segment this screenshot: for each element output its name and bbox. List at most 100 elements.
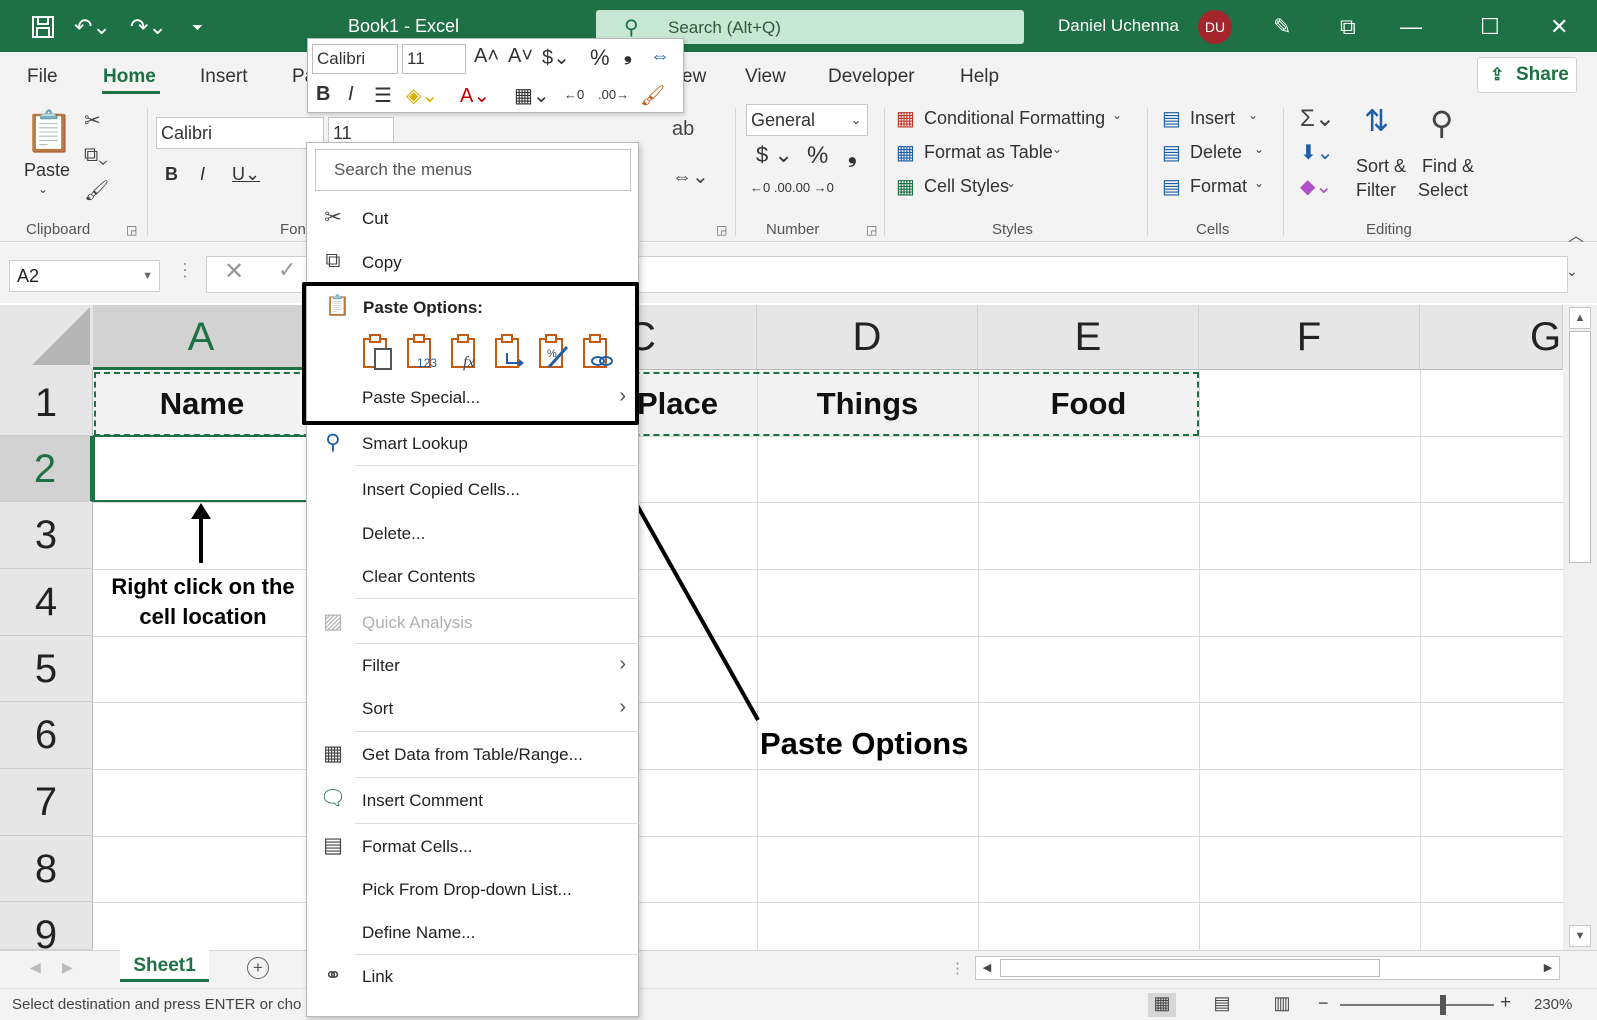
zoom-out-icon[interactable]: − — [1318, 993, 1329, 1014]
expand-formula-bar-icon[interactable]: ⌄ — [1566, 263, 1578, 280]
drag-handle-icon[interactable]: ⋮ — [950, 959, 965, 977]
page-break-preview-icon[interactable]: ▥ — [1268, 993, 1296, 1017]
zoom-slider-thumb[interactable] — [1440, 995, 1446, 1015]
maximize-icon[interactable]: ☐ — [1480, 14, 1500, 40]
comma-style-icon[interactable]: ❟ — [848, 142, 857, 168]
increase-decimal-icon[interactable]: ←0 .00 — [750, 180, 792, 195]
zoom-slider[interactable] — [1340, 1004, 1494, 1006]
menu-item-clear-contents[interactable]: Clear Contents — [307, 557, 640, 597]
menu-item-insert-comment[interactable]: 🗨 Insert Comment — [307, 781, 640, 821]
vertical-scrollbar[interactable]: ▲ ▼ — [1563, 305, 1597, 950]
vertical-scroll-thumb[interactable] — [1569, 331, 1591, 563]
next-sheet-icon[interactable]: ▶ — [62, 959, 73, 976]
undo-icon[interactable]: ↶⌄ — [74, 14, 111, 40]
avatar[interactable]: DU — [1198, 10, 1232, 44]
insert-cells-button[interactable]: Insert — [1190, 108, 1235, 129]
scroll-left-icon[interactable]: ◀ — [976, 957, 998, 979]
sort-filter-line1[interactable]: Sort & — [1356, 156, 1406, 177]
drag-handle-icon[interactable]: ⋮ — [176, 260, 194, 281]
tab-developer[interactable]: Developer — [828, 66, 915, 88]
column-header-g[interactable]: G — [1420, 305, 1563, 370]
pen-icon[interactable]: ✎ — [1273, 14, 1291, 40]
decrease-decimal-icon[interactable]: .00→ — [598, 87, 629, 102]
share-button[interactable]: ⇪ Share — [1477, 57, 1577, 93]
clipboard-launcher-icon[interactable]: ◲ — [126, 223, 137, 237]
row-header-1[interactable]: 1 — [0, 370, 93, 436]
menu-item-pick-from-list[interactable]: Pick From Drop-down List... — [307, 870, 640, 910]
redo-icon[interactable]: ↷⌄ — [130, 14, 167, 40]
normal-view-icon[interactable]: ▦ — [1148, 993, 1176, 1017]
save-icon[interactable] — [30, 14, 56, 40]
fill-color-icon[interactable]: ◈⌄ — [406, 83, 438, 108]
paste-label[interactable]: Paste — [24, 160, 70, 181]
format-cells-button[interactable]: Format — [1190, 176, 1247, 197]
alignment-launcher-icon[interactable]: ◲ — [716, 223, 727, 237]
currency-icon[interactable]: $ ⌄ — [756, 142, 793, 168]
horizontal-scroll-thumb[interactable] — [1000, 959, 1380, 977]
menu-search-input[interactable]: Search the menus — [315, 149, 631, 191]
comma-style-icon[interactable]: ❟ — [624, 43, 632, 66]
row-header-6[interactable]: 6 — [0, 702, 93, 769]
column-header-a[interactable]: A — [93, 305, 310, 370]
font-name-box[interactable]: Calibri — [156, 117, 324, 149]
add-sheet-icon[interactable]: + — [247, 957, 269, 979]
select-all-button[interactable] — [0, 305, 93, 370]
chevron-down-icon[interactable]: ⌄ — [1254, 142, 1264, 156]
row-header-5[interactable]: 5 — [0, 636, 93, 702]
grow-font-icon[interactable]: A˄ — [474, 45, 499, 68]
sort-filter-line2[interactable]: Filter — [1356, 180, 1396, 201]
row-header-3[interactable]: 3 — [0, 502, 93, 569]
number-launcher-icon[interactable]: ◲ — [866, 223, 877, 237]
paste-dropdown-icon[interactable]: ⌄ — [38, 182, 48, 196]
format-as-table-button[interactable]: Format as Table — [924, 142, 1053, 163]
merge-center-icon[interactable]: ⇔⌄ — [672, 164, 709, 189]
wrap-text-icon[interactable]: ab — [672, 118, 694, 141]
underline-icon[interactable]: U⌄ — [232, 164, 260, 185]
find-select-line2[interactable]: Select — [1418, 180, 1468, 201]
chevron-down-icon[interactable]: ⌄ — [1254, 176, 1264, 190]
close-icon[interactable]: ✕ — [1550, 14, 1568, 40]
tab-review[interactable]: ew — [682, 66, 706, 88]
conditional-formatting-button[interactable]: Conditional Formatting — [924, 108, 1105, 129]
bold-icon[interactable]: B — [316, 83, 330, 106]
borders-icon[interactable]: ▦⌄ — [514, 83, 550, 108]
tab-file[interactable]: File — [27, 66, 58, 88]
mini-font-name[interactable]: Calibri — [312, 44, 398, 74]
font-color-icon[interactable]: A⌄ — [460, 83, 490, 108]
copy-icon[interactable]: ⧉⌄ — [84, 144, 108, 167]
currency-icon[interactable]: $⌄ — [542, 45, 570, 70]
tab-help[interactable]: Help — [960, 66, 999, 88]
menu-item-smart-lookup[interactable]: ⚲ Smart Lookup — [307, 424, 640, 464]
chevron-down-icon[interactable]: ⌄ — [1006, 176, 1016, 190]
name-box[interactable]: A2 ▼ — [9, 260, 160, 292]
menu-item-define-name[interactable]: Define Name... — [307, 913, 640, 953]
menu-item-link[interactable]: ⚭ Link — [307, 957, 640, 997]
menu-item-copy[interactable]: ⧉ Copy — [307, 243, 640, 283]
tab-insert[interactable]: Insert — [200, 66, 248, 88]
paste-icon[interactable]: 📋 — [24, 108, 74, 155]
mini-font-size[interactable]: 11 — [402, 44, 466, 74]
cancel-icon[interactable]: ✕ — [224, 257, 244, 286]
column-header-d[interactable]: D — [757, 305, 978, 370]
delete-cells-button[interactable]: Delete — [1190, 142, 1242, 163]
italic-icon[interactable]: I — [348, 83, 354, 106]
page-layout-view-icon[interactable]: ▤ — [1208, 993, 1236, 1017]
menu-item-cut[interactable]: ✂ Cut — [307, 199, 640, 239]
menu-item-delete[interactable]: Delete... — [307, 514, 640, 554]
row-header-9[interactable]: 9 — [0, 902, 93, 950]
prev-sheet-icon[interactable]: ◀ — [30, 959, 41, 976]
row-header-4[interactable]: 4 — [0, 569, 93, 636]
active-cell-a2[interactable] — [93, 435, 309, 502]
enter-icon[interactable]: ✓ — [278, 257, 296, 283]
autosum-icon[interactable]: Σ⌄ — [1300, 104, 1335, 133]
number-format-box[interactable]: General ⌄ — [746, 104, 868, 136]
chevron-down-icon[interactable]: ⌄ — [1052, 142, 1062, 156]
tab-home[interactable]: Home — [103, 66, 156, 88]
menu-item-filter[interactable]: Filter › — [307, 646, 640, 686]
align-center-icon[interactable]: ☰ — [374, 83, 392, 108]
scroll-down-icon[interactable]: ▼ — [1569, 925, 1591, 947]
row-header-8[interactable]: 8 — [0, 836, 93, 902]
horizontal-scrollbar[interactable]: ◀ ▶ — [975, 956, 1560, 980]
percent-icon[interactable]: % — [807, 142, 828, 170]
bold-icon[interactable]: B — [165, 164, 178, 185]
